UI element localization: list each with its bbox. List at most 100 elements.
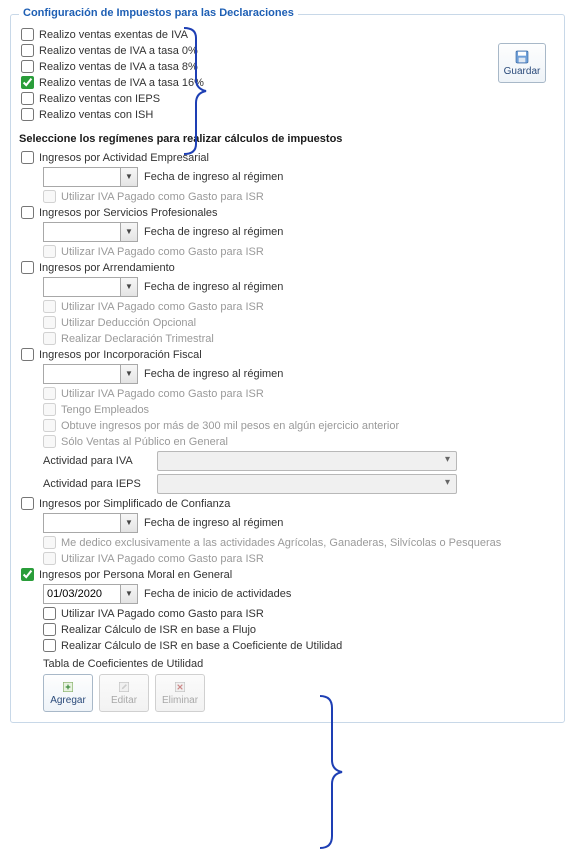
incorporacion-date-input[interactable] — [43, 364, 121, 384]
sales-checkbox-list: Realizo ventas exentas de IVA Realizo ven… — [19, 28, 554, 121]
editar-button: Editar — [99, 674, 149, 712]
moral-date-input[interactable] — [43, 584, 121, 604]
arrendamiento-iva-gasto-label: Utilizar IVA Pagado como Gasto para ISR — [61, 301, 264, 313]
moral-iva-gasto-label: Utilizar IVA Pagado como Gasto para ISR — [61, 608, 264, 620]
incorporacion-empleados-checkbox — [43, 403, 56, 416]
dropdown-icon[interactable]: ▼ — [121, 364, 138, 384]
regimen-confianza-label: Ingresos por Simplificado de Confianza — [39, 498, 230, 510]
sales-check-row[interactable]: Realizo ventas de IVA a tasa 16% — [21, 76, 554, 89]
save-button-label: Guardar — [504, 66, 541, 77]
profesionales-date-input[interactable] — [43, 222, 121, 242]
eliminar-button: Eliminar — [155, 674, 205, 712]
profesionales-iva-gasto-check: Utilizar IVA Pagado como Gasto para ISR — [43, 245, 554, 258]
save-button[interactable]: Guardar — [498, 43, 546, 83]
regimen-arrendamiento-checkbox[interactable] — [21, 261, 34, 274]
sales-check-label: Realizo ventas de IVA a tasa 8% — [39, 61, 198, 73]
sales-check-row[interactable]: Realizo ventas exentas de IVA — [21, 28, 554, 41]
confianza-iva-gasto-check: Utilizar IVA Pagado como Gasto para ISR — [43, 552, 554, 565]
date-label: Fecha de ingreso al régimen — [144, 171, 283, 183]
tabla-coef-label: Tabla de Coeficientes de Utilidad — [43, 658, 554, 670]
confianza-agropecuarias-checkbox — [43, 536, 56, 549]
empresarial-iva-gasto-checkbox — [43, 190, 56, 203]
arrendamiento-deduccion-check: Utilizar Deducción Opcional — [43, 316, 554, 329]
groupbox-title: Configuración de Impuestos para las Decl… — [19, 7, 298, 19]
sales-checkbox[interactable] — [21, 76, 34, 89]
incorporacion-publico-check: Sólo Ventas al Público en General — [43, 435, 554, 448]
actividad-ieps-label: Actividad para IEPS — [43, 478, 151, 490]
regimen-confianza-check[interactable]: Ingresos por Simplificado de Confianza — [21, 497, 554, 510]
sales-check-row[interactable]: Realizo ventas con ISH — [21, 108, 554, 121]
agregar-button[interactable]: Agregar — [43, 674, 93, 712]
regimen-incorporacion-check[interactable]: Ingresos por Incorporación Fiscal — [21, 348, 554, 361]
date-label: Fecha de ingreso al régimen — [144, 517, 283, 529]
actividad-ieps-select[interactable] — [157, 474, 457, 494]
dropdown-icon[interactable]: ▼ — [121, 167, 138, 187]
sales-check-label: Realizo ventas exentas de IVA — [39, 29, 188, 41]
confianza-agropecuarias-check: Me dedico exclusivamente a las actividad… — [43, 536, 554, 549]
sales-checkbox[interactable] — [21, 60, 34, 73]
regimen-arrendamiento-check[interactable]: Ingresos por Arrendamiento — [21, 261, 554, 274]
moral-coef-checkbox[interactable] — [43, 639, 56, 652]
arrendamiento-trimestral-check: Realizar Declaración Trimestral — [43, 332, 554, 345]
date-label: Fecha de ingreso al régimen — [144, 226, 283, 238]
regimen-incorporacion-checkbox[interactable] — [21, 348, 34, 361]
dropdown-icon[interactable]: ▼ — [121, 584, 138, 604]
regimen-empresarial-label: Ingresos por Actividad Empresarial — [39, 152, 209, 164]
confianza-iva-gasto-checkbox — [43, 552, 56, 565]
regimen-empresarial-check[interactable]: Ingresos por Actividad Empresarial — [21, 151, 554, 164]
confianza-agropecuarias-label: Me dedico exclusivamente a las actividad… — [61, 537, 501, 549]
sales-check-row[interactable]: Realizo ventas de IVA a tasa 8% — [21, 60, 554, 73]
regimen-moral-label: Ingresos por Persona Moral en General — [39, 569, 232, 581]
regimen-profesionales-label: Ingresos por Servicios Profesionales — [39, 207, 218, 219]
regimen-moral-check[interactable]: Ingresos por Persona Moral en General — [21, 568, 554, 581]
sales-check-label: Realizo ventas con ISH — [39, 109, 153, 121]
editar-label: Editar — [111, 695, 137, 706]
coef-toolbar: Agregar Editar Eliminar — [43, 674, 554, 712]
arrendamiento-date-input[interactable] — [43, 277, 121, 297]
regimen-moral-checkbox[interactable] — [21, 568, 34, 581]
incorporacion-publico-checkbox — [43, 435, 56, 448]
regimen-profesionales-check[interactable]: Ingresos por Servicios Profesionales — [21, 206, 554, 219]
profesionales-iva-gasto-label: Utilizar IVA Pagado como Gasto para ISR — [61, 246, 264, 258]
empresarial-iva-gasto-label: Utilizar IVA Pagado como Gasto para ISR — [61, 191, 264, 203]
moral-iva-gasto-check[interactable]: Utilizar IVA Pagado como Gasto para ISR — [43, 607, 554, 620]
date-label: Fecha de ingreso al régimen — [144, 368, 283, 380]
dropdown-icon[interactable]: ▼ — [121, 513, 138, 533]
sales-checkbox[interactable] — [21, 92, 34, 105]
dropdown-icon[interactable]: ▼ — [121, 222, 138, 242]
moral-flujo-check[interactable]: Realizar Cálculo de ISR en base a Flujo — [43, 623, 554, 636]
incorporacion-300mil-checkbox — [43, 419, 56, 432]
sales-checkbox[interactable] — [21, 44, 34, 57]
sales-checkbox[interactable] — [21, 108, 34, 121]
regimen-empresarial-checkbox[interactable] — [21, 151, 34, 164]
regimen-profesionales-checkbox[interactable] — [21, 206, 34, 219]
arrendamiento-deduccion-checkbox — [43, 316, 56, 329]
moral-flujo-checkbox[interactable] — [43, 623, 56, 636]
arrendamiento-iva-gasto-checkbox — [43, 300, 56, 313]
arrendamiento-trimestral-checkbox — [43, 332, 56, 345]
save-icon — [514, 49, 530, 65]
moral-date-label: Fecha de inicio de actividades — [144, 588, 291, 600]
confianza-date-input[interactable] — [43, 513, 121, 533]
add-icon — [61, 680, 75, 694]
moral-iva-gasto-checkbox[interactable] — [43, 607, 56, 620]
agregar-label: Agregar — [50, 695, 86, 706]
regimen-heading: Seleccione los regímenes para realizar c… — [19, 133, 554, 145]
regimen-confianza-checkbox[interactable] — [21, 497, 34, 510]
sales-check-row[interactable]: Realizo ventas con IEPS — [21, 92, 554, 105]
actividad-iva-select[interactable] — [157, 451, 457, 471]
sales-check-row[interactable]: Realizo ventas de IVA a tasa 0% — [21, 44, 554, 57]
delete-icon — [173, 680, 187, 694]
empresarial-iva-gasto-check: Utilizar IVA Pagado como Gasto para ISR — [43, 190, 554, 203]
actividad-iva-label: Actividad para IVA — [43, 455, 151, 467]
tax-config-groupbox: Configuración de Impuestos para las Decl… — [10, 14, 565, 723]
sales-checkbox[interactable] — [21, 28, 34, 41]
moral-coef-check[interactable]: Realizar Cálculo de ISR en base a Coefic… — [43, 639, 554, 652]
moral-flujo-label: Realizar Cálculo de ISR en base a Flujo — [61, 624, 256, 636]
sales-check-label: Realizo ventas de IVA a tasa 0% — [39, 45, 198, 57]
sales-check-label: Realizo ventas con IEPS — [39, 93, 160, 105]
regimen-arrendamiento-label: Ingresos por Arrendamiento — [39, 262, 175, 274]
empresarial-date-input[interactable] — [43, 167, 121, 187]
edit-icon — [117, 680, 131, 694]
dropdown-icon[interactable]: ▼ — [121, 277, 138, 297]
